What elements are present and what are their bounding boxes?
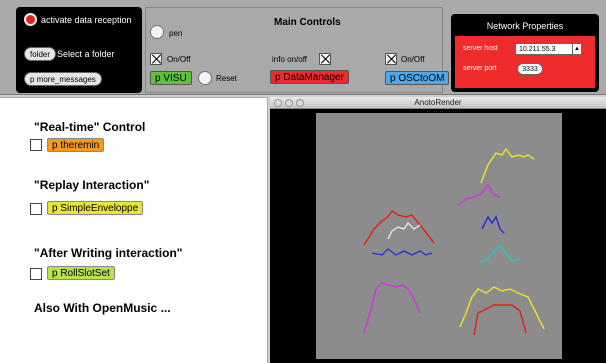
anotorender-window: AnotoRender bbox=[270, 97, 606, 363]
interaction-modes-panel: "Real-time" Control p theremin "Replay I… bbox=[0, 97, 268, 363]
network-properties-title: Network Properties bbox=[486, 21, 564, 31]
osc-onoff-checkbox[interactable] bbox=[385, 53, 397, 65]
server-port-label: server port bbox=[463, 65, 497, 72]
render-canvas bbox=[316, 113, 562, 359]
main-controls-panel: Main Controls pen On/Off info on/off On/… bbox=[145, 7, 450, 93]
white-stroke bbox=[387, 222, 421, 240]
osctoom-object[interactable]: p OSCtoOM bbox=[385, 71, 450, 85]
theremin-checkbox[interactable] bbox=[30, 139, 42, 151]
simpleenveloppe-object[interactable]: p SimpleEnveloppe bbox=[47, 201, 144, 215]
info-onoff-checkbox[interactable] bbox=[319, 53, 331, 65]
top-control-strip: activate data reception folder Select a … bbox=[0, 0, 606, 95]
yellow-stroke-bottom bbox=[459, 286, 545, 330]
network-properties-panel: Network Properties server host 10.211.55… bbox=[451, 14, 599, 92]
blue-stroke-left bbox=[371, 248, 433, 256]
yellow-stroke-top bbox=[480, 147, 535, 184]
activate-data-reception-label: activate data reception bbox=[41, 15, 132, 25]
after-writing-heading: "After Writing interaction" bbox=[34, 246, 183, 260]
app-window: activate data reception folder Select a … bbox=[0, 0, 606, 363]
red-stroke-left bbox=[363, 209, 435, 246]
blue-stroke-right bbox=[481, 215, 505, 234]
main-controls-title: Main Controls bbox=[274, 17, 341, 28]
reset-radio[interactable] bbox=[198, 71, 212, 85]
rollslotset-checkbox[interactable] bbox=[30, 268, 42, 280]
select-folder-label: Select a folder bbox=[57, 49, 115, 59]
more-messages-button[interactable]: p more_messages bbox=[24, 72, 102, 86]
server-host-stepper[interactable]: ▲ bbox=[572, 43, 582, 55]
pen-strokes bbox=[363, 147, 545, 336]
red-stroke-bottom bbox=[473, 304, 527, 336]
also-openmusic-label: Also With OpenMusic ... bbox=[34, 301, 171, 315]
window-title: AnotoRender bbox=[414, 98, 462, 107]
window-titlebar[interactable]: AnotoRender bbox=[270, 97, 606, 109]
server-host-input[interactable]: 10.211.55.3 bbox=[515, 43, 573, 55]
datamanager-object[interactable]: p DataManager bbox=[270, 70, 349, 84]
magenta-stroke bbox=[457, 183, 501, 206]
pen-radio[interactable] bbox=[150, 25, 164, 39]
simpleenveloppe-checkbox[interactable] bbox=[30, 203, 42, 215]
osc-onoff-label: On/Off bbox=[401, 55, 425, 64]
pen-label: pen bbox=[169, 29, 183, 38]
server-host-label: server host bbox=[463, 45, 498, 52]
theremin-object[interactable]: p theremin bbox=[47, 138, 105, 152]
visu-object[interactable]: p VISU bbox=[150, 71, 192, 85]
activate-data-reception-toggle[interactable] bbox=[24, 13, 37, 26]
reset-label: Reset bbox=[216, 74, 237, 83]
replay-interaction-heading: "Replay Interaction" bbox=[34, 178, 150, 192]
rollslotset-object[interactable]: p RollSlotSet bbox=[47, 266, 115, 280]
magenta-stroke-bottom bbox=[363, 282, 421, 334]
folder-button[interactable]: folder bbox=[24, 47, 57, 61]
visu-onoff-checkbox[interactable] bbox=[150, 53, 162, 65]
visu-onoff-label: On/Off bbox=[167, 55, 191, 64]
cyan-stroke bbox=[479, 243, 521, 264]
realtime-control-heading: "Real-time" Control bbox=[34, 120, 146, 134]
server-port-input[interactable]: 3333 bbox=[517, 63, 543, 75]
network-fields: server host 10.211.55.3 ▲ server port 33… bbox=[455, 36, 595, 88]
info-onoff-label: info on/off bbox=[272, 55, 307, 64]
data-reception-panel: activate data reception folder Select a … bbox=[16, 7, 142, 93]
